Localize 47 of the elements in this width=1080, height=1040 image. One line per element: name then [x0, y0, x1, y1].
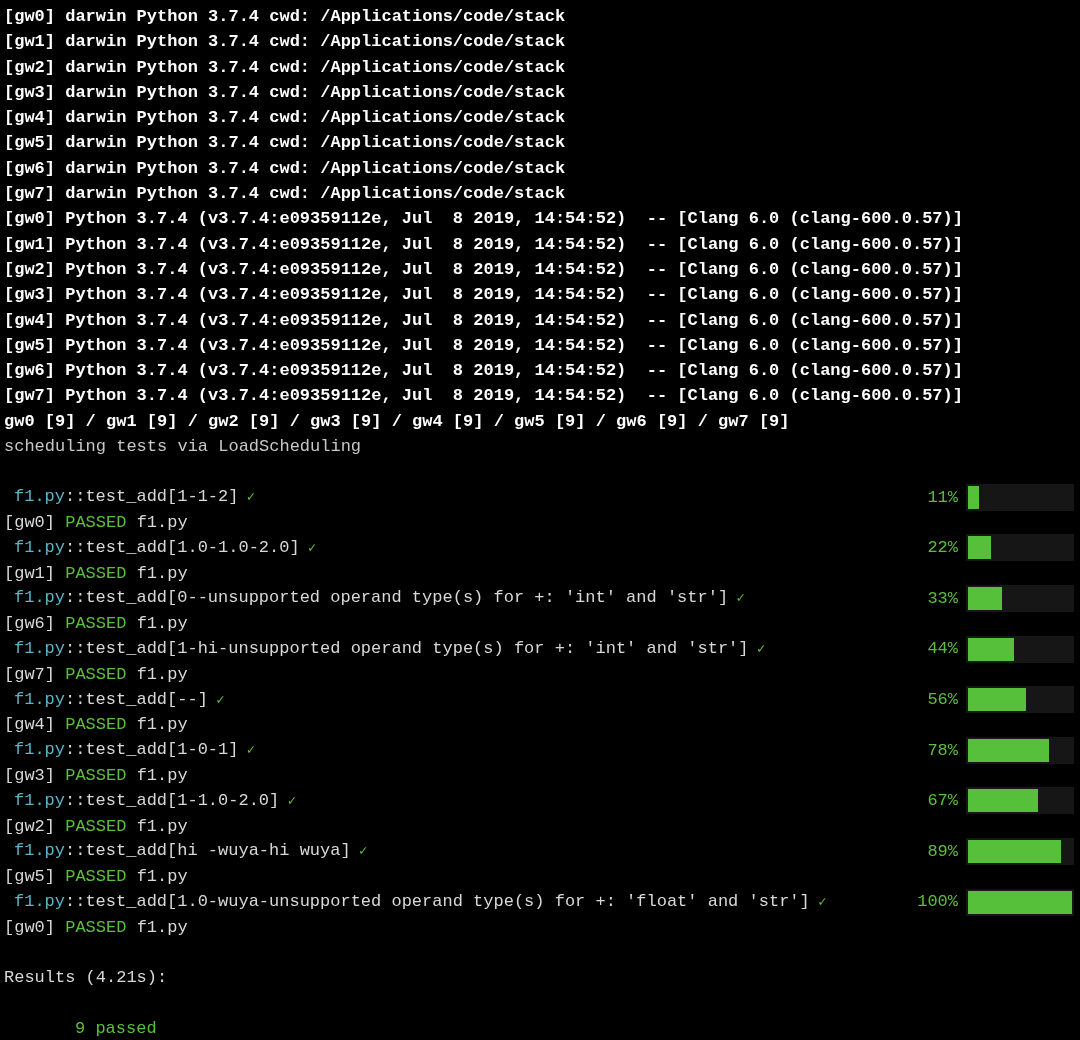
- test-line: f1.py::test_add[1-1.0-2.0] ✓: [13, 789, 298, 812]
- terminal-line: [gw5] darwin Python 3.7.4 cwd: /Applications/code/stack: [4, 133, 566, 153]
- terminal-line: [gw1] darwin Python 3.7.4 cwd: /Applications/code/stack: [4, 32, 566, 52]
- test-line: f1.py::test_add[1-hi-unsupported operand type(s) for +: 'int' and 'str'] ✓: [13, 637, 767, 660]
- terminal-line: [gw7] Python 3.7.4 (v3.7.4:e09359112e, Jul 8 2019, 14:54:52) -- [Clang 6.0 (clang-600.0.57)]: [4, 386, 963, 406]
- results-summary: 9 passed: [75, 1017, 157, 1040]
- test-line: f1.py::test_add[hi -wuya-hi wuya] ✓: [13, 840, 369, 863]
- result-line: [gw0] PASSED f1.py: [4, 917, 188, 937]
- test-line: f1.py::test_add[--] ✓: [13, 688, 226, 711]
- terminal-line: [gw1] Python 3.7.4 (v3.7.4:e09359112e, Jul 8 2019, 14:54:52) -- [Clang 6.0 (clang-600.0.57)]: [4, 234, 963, 254]
- progress-percent: 11%: [926, 486, 958, 509]
- terminal-line: gw0 [9] / gw1 [9] / gw2 [9] / gw3 [9] / gw4 [9] / gw5 [9] / gw6 [9] / gw7 [9]: [4, 411, 790, 431]
- terminal-line: [gw7] darwin Python 3.7.4 cwd: /Applications/code/stack: [4, 184, 566, 204]
- terminal-line: [gw2] darwin Python 3.7.4 cwd: /Applications/code/stack: [4, 57, 566, 77]
- result-line: [gw1] PASSED f1.py: [4, 563, 188, 583]
- terminal-line: [gw0] Python 3.7.4 (v3.7.4:e09359112e, Jul 8 2019, 14:54:52) -- [Clang 6.0 (clang-600.0.57)]: [4, 209, 963, 229]
- result-line: [gw0] PASSED f1.py: [4, 512, 188, 532]
- progress-percent: 33%: [926, 587, 958, 610]
- progress-percent: 67%: [926, 790, 958, 813]
- result-line: [gw6] PASSED f1.py: [4, 614, 188, 634]
- result-line: [gw5] PASSED f1.py: [4, 867, 188, 887]
- result-line: [gw4] PASSED f1.py: [4, 715, 188, 735]
- result-line: [gw3] PASSED f1.py: [4, 765, 188, 785]
- results-heading: Results (4.21s):: [4, 968, 168, 988]
- terminal-line: [gw4] Python 3.7.4 (v3.7.4:e09359112e, Jul 8 2019, 14:54:52) -- [Clang 6.0 (clang-600.0.57)]: [4, 310, 963, 330]
- terminal-line: [gw3] Python 3.7.4 (v3.7.4:e09359112e, Jul 8 2019, 14:54:52) -- [Clang 6.0 (clang-600.0.57)]: [4, 285, 963, 305]
- progress-percent: 89%: [926, 840, 958, 863]
- test-line: f1.py::test_add[1.0-1.0-2.0] ✓: [13, 536, 318, 559]
- terminal-line: scheduling tests via LoadScheduling: [4, 437, 362, 457]
- progress-percent: 100%: [916, 891, 958, 914]
- test-line: f1.py::test_add[1-0-1] ✓: [13, 739, 257, 762]
- progress-percent: 78%: [926, 739, 958, 762]
- progress-percent: 56%: [926, 689, 958, 711]
- result-line: [gw2] PASSED f1.py: [4, 816, 188, 836]
- test-line: f1.py::test_add[1.0-wuya-unsupported operand type(s) for +: 'float' and 'str'] ✓: [13, 890, 828, 913]
- terminal-line: [gw3] darwin Python 3.7.4 cwd: /Applications/code/stack: [4, 82, 566, 102]
- test-line: f1.py::test_add[1-1-2] ✓: [13, 486, 257, 509]
- terminal-line: [gw6] Python 3.7.4 (v3.7.4:e09359112e, Jul 8 2019, 14:54:52) -- [Clang 6.0 (clang-600.0.57)]: [4, 361, 963, 381]
- result-line: [gw7] PASSED f1.py: [4, 664, 188, 684]
- terminal-line: [gw5] Python 3.7.4 (v3.7.4:e09359112e, Jul 8 2019, 14:54:52) -- [Clang 6.0 (clang-600.0.57)]: [4, 335, 963, 355]
- terminal-line: [gw0] darwin Python 3.7.4 cwd: /Applications/code/stack: [4, 7, 566, 26]
- terminal-line: [gw2] Python 3.7.4 (v3.7.4:e09359112e, Jul 8 2019, 14:54:52) -- [Clang 6.0 (clang-600.0.57)]: [4, 259, 963, 279]
- terminal-line: [gw6] darwin Python 3.7.4 cwd: /Applications/code/stack: [4, 158, 566, 178]
- terminal-line: [gw4] darwin Python 3.7.4 cwd: /Applications/code/stack: [4, 108, 566, 128]
- test-line: f1.py::test_add[0--unsupported operand type(s) for +: 'int' and 'str'] ✓: [13, 587, 746, 610]
- progress-percent: 44%: [926, 638, 958, 661]
- progress-percent: 22%: [926, 537, 958, 560]
